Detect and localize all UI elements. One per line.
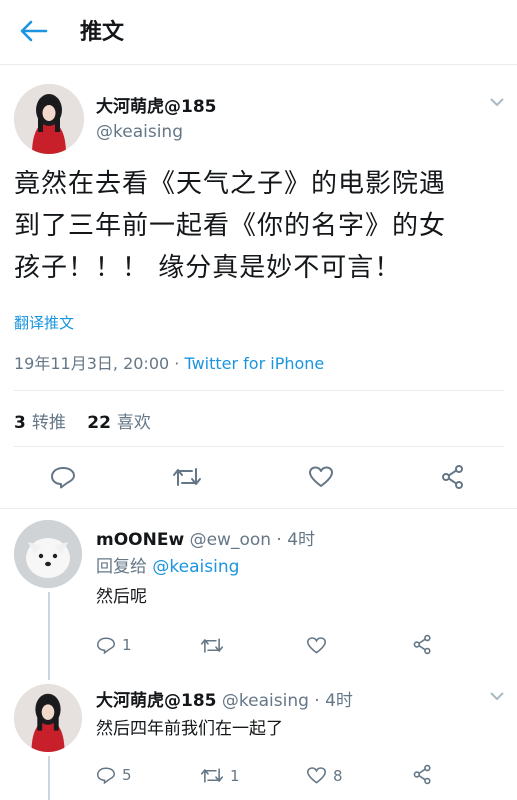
reply-button[interactable]: 5 bbox=[96, 766, 132, 784]
reply-author-name[interactable]: mOONEw bbox=[96, 530, 184, 550]
divider bbox=[14, 390, 504, 391]
reply-time: · 4时 bbox=[308, 691, 353, 711]
top-bar: 推文 bbox=[0, 0, 517, 65]
retweet-count: 1 bbox=[230, 766, 240, 785]
reply-to-handle[interactable]: @keaising bbox=[152, 557, 239, 577]
reply-author-name[interactable]: 大河萌虎@185 bbox=[96, 691, 217, 711]
reply-button[interactable]: 1 bbox=[96, 636, 132, 654]
reply-author-handle[interactable]: @keaising bbox=[222, 691, 309, 711]
share-icon[interactable] bbox=[440, 464, 466, 490]
retweet-label[interactable]: 转推 bbox=[32, 413, 66, 433]
share-icon[interactable] bbox=[412, 764, 433, 785]
reply-text: 然后四年前我们在一起了 bbox=[96, 719, 283, 739]
tweet-text-line: 到了三年前一起看《你的名字》的女 bbox=[14, 211, 447, 241]
reply-time: · 4时 bbox=[271, 530, 316, 550]
like-button[interactable] bbox=[306, 636, 333, 655]
reply-count: 1 bbox=[122, 636, 132, 654]
reply-author-handle[interactable]: @ew_oon bbox=[190, 530, 271, 550]
chevron-down-icon[interactable] bbox=[488, 96, 506, 108]
reply-icon bbox=[96, 637, 116, 654]
retweet-icon[interactable] bbox=[172, 465, 202, 489]
avatar[interactable] bbox=[14, 84, 84, 154]
reply-icon bbox=[96, 767, 116, 784]
reply-header: 大河萌虎@185 @keaising · 4时 bbox=[96, 686, 353, 711]
like-icon bbox=[306, 767, 327, 784]
page-title: 推文 bbox=[80, 20, 125, 45]
share-icon[interactable] bbox=[412, 634, 433, 655]
tweet-text-line: 竟然在去看《天气之子》的电影院遇 bbox=[14, 169, 447, 199]
tweet-text-line: 孩子！！！ 缘分真是妙不可言！ bbox=[14, 253, 402, 283]
retweet-button[interactable]: 1 bbox=[200, 766, 240, 785]
tweet-text: 竟然在去看《天气之子》的电影院遇 到了三年前一起看《你的名字》的女 孩子！！！ … bbox=[14, 163, 504, 289]
divider bbox=[14, 446, 504, 447]
separator bbox=[0, 508, 517, 509]
like-icon bbox=[306, 637, 327, 654]
author-name[interactable]: 大河萌虎@185 bbox=[96, 92, 217, 117]
like-icon[interactable] bbox=[308, 465, 334, 489]
translate-link[interactable]: 翻译推文 bbox=[14, 312, 74, 333]
retweet-count[interactable]: 3 bbox=[14, 413, 26, 433]
tweet-date: 19年11月3日, 20:00 · bbox=[14, 354, 185, 373]
like-label[interactable]: 喜欢 bbox=[117, 413, 151, 433]
tweet-stats: 3 转推 22 喜欢 bbox=[14, 408, 167, 433]
reply-text: 然后呢 bbox=[96, 587, 147, 607]
chevron-down-icon[interactable] bbox=[488, 690, 506, 702]
back-arrow-icon[interactable] bbox=[18, 18, 48, 44]
reply-icon[interactable] bbox=[50, 465, 76, 489]
reply-header: mOONEw @ew_oon · 4时 bbox=[96, 525, 315, 550]
reply-to-label: 回复给 bbox=[96, 557, 147, 577]
like-count[interactable]: 22 bbox=[87, 413, 111, 433]
author-handle[interactable]: @keaising bbox=[96, 122, 183, 142]
retweet-icon bbox=[200, 638, 224, 653]
reply-count: 5 bbox=[122, 766, 132, 784]
avatar[interactable] bbox=[14, 520, 82, 588]
reply-to: 回复给 @keaising bbox=[96, 552, 239, 577]
avatar[interactable] bbox=[14, 684, 82, 752]
thread-line bbox=[48, 592, 50, 680]
retweet-icon bbox=[200, 768, 224, 783]
like-count: 8 bbox=[333, 766, 343, 785]
retweet-button[interactable] bbox=[200, 636, 230, 655]
tweet-meta: 19年11月3日, 20:00 · Twitter for iPhone bbox=[14, 350, 324, 374]
like-button[interactable]: 8 bbox=[306, 766, 343, 785]
thread-line bbox=[48, 756, 50, 800]
tweet-source[interactable]: Twitter for iPhone bbox=[184, 354, 324, 373]
